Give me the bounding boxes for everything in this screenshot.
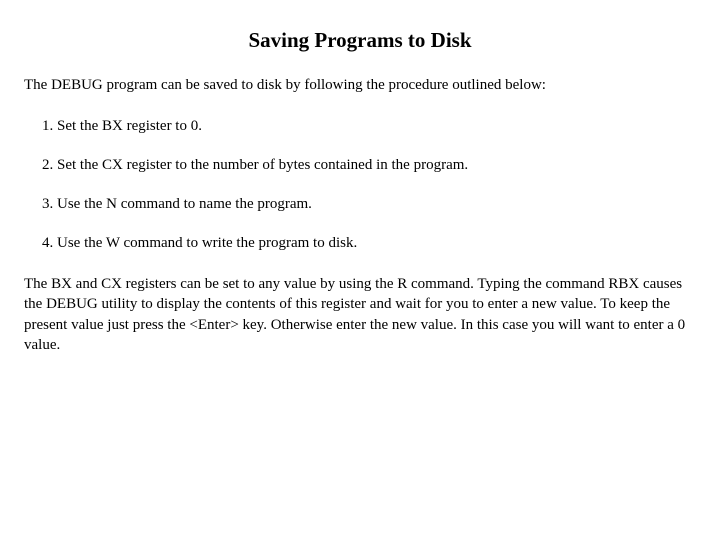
step-item: 4. Use the W command to write the progra… xyxy=(42,233,696,254)
step-item: 2. Set the CX register to the number of … xyxy=(42,155,696,176)
intro-paragraph: The DEBUG program can be saved to disk b… xyxy=(24,75,696,96)
step-item: 1. Set the BX register to 0. xyxy=(42,116,696,137)
steps-list: 1. Set the BX register to 0. 2. Set the … xyxy=(42,116,696,254)
step-item: 3. Use the N command to name the program… xyxy=(42,194,696,215)
closing-paragraph: The BX and CX registers can be set to an… xyxy=(24,274,696,355)
page-title: Saving Programs to Disk xyxy=(24,28,696,53)
